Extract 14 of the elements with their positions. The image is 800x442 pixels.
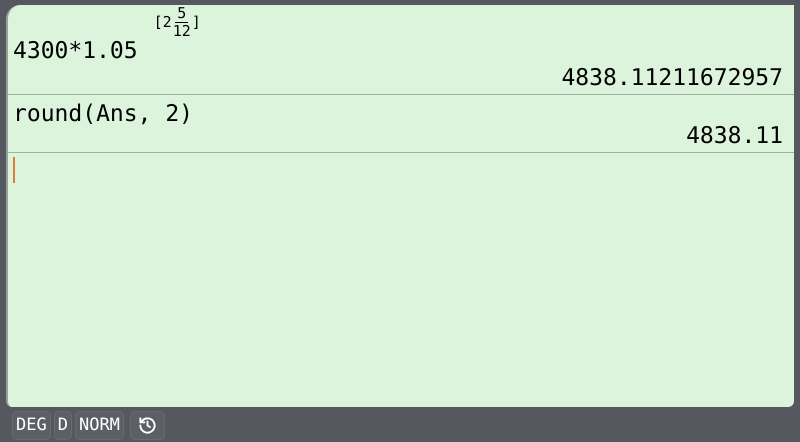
expression: round(Ans, 2)	[13, 100, 194, 126]
mode-button[interactable]: DEG	[12, 411, 51, 440]
bracket: [	[154, 15, 163, 30]
bracket: ]	[192, 15, 201, 30]
whole-number: 2	[162, 15, 172, 30]
result: 4838.11	[686, 125, 783, 148]
mode-button[interactable]: NORM	[74, 411, 124, 440]
mode-button[interactable]: D	[54, 411, 72, 440]
denominator: 12	[172, 23, 191, 39]
history-icon	[138, 416, 157, 435]
numerator: 5	[175, 6, 188, 23]
result: 4838.11211672957	[561, 67, 783, 90]
history-button[interactable]	[130, 411, 165, 440]
expression-base: 4300*1.05	[13, 40, 138, 63]
